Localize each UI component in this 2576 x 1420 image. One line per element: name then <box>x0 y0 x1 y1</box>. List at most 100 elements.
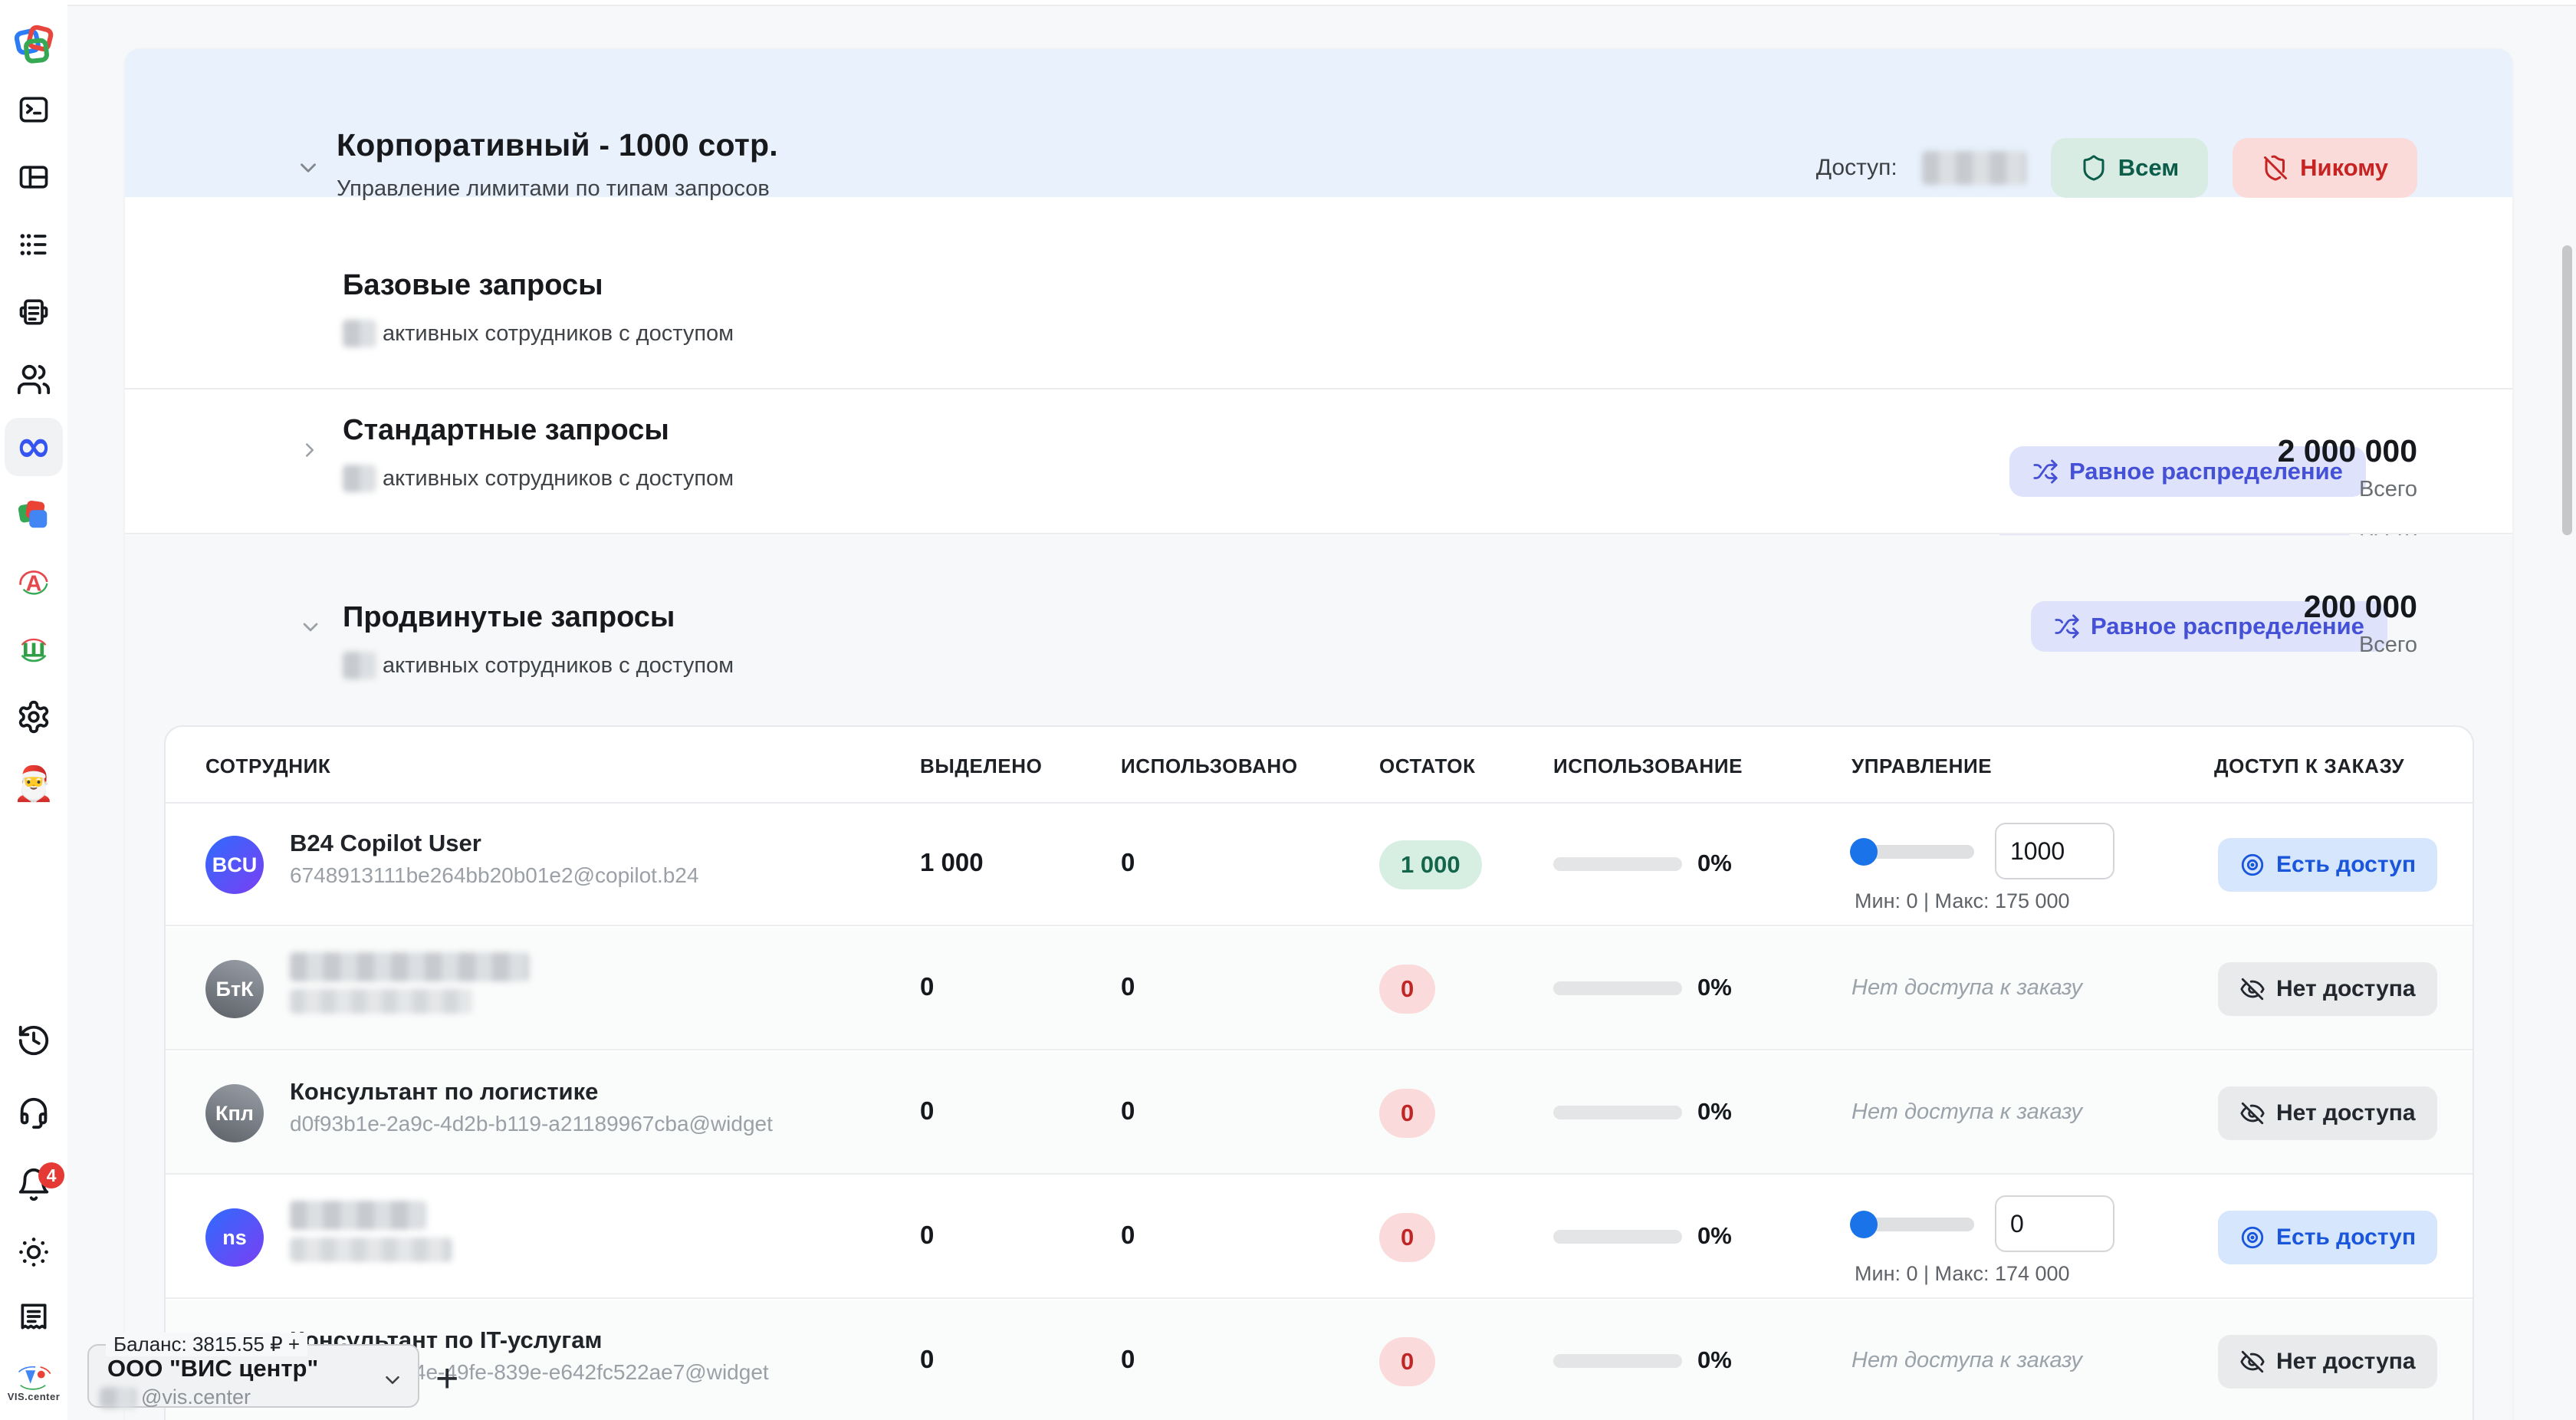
w-service-icon: Ш <box>16 632 51 667</box>
sidebar-item-news[interactable] <box>0 294 67 330</box>
sidebar-item-a-service[interactable]: A <box>0 563 67 601</box>
table-row: ns 0 0 0 0% Мин: 0 | Макс: 174 000 <box>166 1176 2472 1299</box>
shield-icon <box>2080 154 2108 182</box>
table-row: BCU B24 Copilot User 6748913111be264bb20… <box>166 804 2472 926</box>
eye-target-icon <box>2239 852 2266 878</box>
allocated-value: 1 000 <box>920 848 984 877</box>
limit-input[interactable] <box>1995 823 2114 879</box>
account-email-redacted <box>100 1387 136 1408</box>
used-value: 0 <box>1121 972 1135 1001</box>
gear-icon <box>16 699 51 735</box>
grant-all-button[interactable]: Всем <box>2051 138 2208 198</box>
usage-progressbar <box>1553 1106 1682 1119</box>
scrollbar-thumb[interactable] <box>2562 245 2572 535</box>
col-control: УПРАВЛЕНИЕ <box>1852 754 1992 778</box>
remaining-badge: 0 <box>1379 1337 1435 1386</box>
access-label: Доступ: <box>1816 155 1898 181</box>
sidebar-item-limits-active[interactable]: ∞ <box>0 423 67 471</box>
access-label: Нет доступа <box>2276 1349 2416 1375</box>
add-account-button[interactable]: + <box>435 1359 458 1399</box>
allocated-value: 0 <box>920 972 934 1001</box>
notification-badge: 4 <box>38 1162 64 1188</box>
access-label: Нет доступа <box>2276 1100 2416 1126</box>
slider-thumb[interactable] <box>1850 838 1878 866</box>
app-logo-icon <box>12 23 55 66</box>
infinity-icon: ∞ <box>16 426 52 468</box>
shuffle-icon <box>2032 459 2058 485</box>
used-value: 0 <box>1121 848 1135 877</box>
vis-center-logo[interactable]: VIS.center <box>0 1359 67 1408</box>
section-subtitle: активных сотрудников с доступом <box>383 321 734 347</box>
access-toggle-button[interactable]: Нет доступа <box>2218 1086 2437 1140</box>
top-divider <box>0 0 2576 6</box>
table-header: СОТРУДНИК ВЫДЕЛЕНО ИСПОЛЬЗОВАНО ОСТАТОК … <box>166 727 2472 804</box>
terminal-icon <box>17 93 51 127</box>
account-email-domain: @vis.center <box>141 1385 251 1409</box>
access-toggle-button[interactable]: Есть доступ <box>2218 1211 2437 1264</box>
sidebar-item-history[interactable] <box>0 1021 67 1060</box>
count-redacted <box>343 652 376 679</box>
revoke-all-button[interactable]: Никому <box>2233 138 2417 198</box>
section-total-label: Всего <box>2304 633 2417 658</box>
section-basic-requests[interactable]: Базовые запросы активных сотрудников с д… <box>125 246 2512 390</box>
section-standard-requests[interactable]: Стандартные запросы активных сотрудников… <box>125 391 2512 534</box>
access-toggle-button[interactable]: Нет доступа <box>2218 962 2437 1016</box>
email-redacted <box>290 989 472 1014</box>
sidebar-item-holiday[interactable]: 🎅 <box>0 765 67 804</box>
chevron-down-icon[interactable] <box>381 1369 404 1395</box>
vis-logo-icon <box>14 1365 54 1391</box>
name-redacted <box>290 952 529 981</box>
page-title: Корпоративный - 1000 сотр. <box>337 127 778 163</box>
table-row: КпI Консультант по IT-услугам cd01b8bc-d… <box>166 1300 2472 1420</box>
users-icon <box>16 362 51 397</box>
col-remaining: ОСТАТОК <box>1379 754 1476 778</box>
limits-card: Корпоративный - 1000 сотр. Управление ли… <box>125 49 2512 1420</box>
app-logo[interactable] <box>0 21 67 67</box>
sidebar-item-list[interactable] <box>0 227 67 262</box>
usage-progressbar <box>1553 857 1682 871</box>
avatar: БтК <box>205 960 264 1018</box>
avatar: BCU <box>205 836 264 894</box>
revoke-all-label: Никому <box>2300 154 2388 182</box>
count-redacted <box>343 320 376 347</box>
sidebar-item-theme[interactable] <box>0 1234 67 1270</box>
usage-percent: 0% <box>1697 1222 1732 1250</box>
no-order-access-note: Нет доступа к заказу <box>1852 1348 2082 1373</box>
chevron-down-icon[interactable] <box>298 615 323 643</box>
receipt-icon <box>17 1300 51 1333</box>
used-value: 0 <box>1121 1221 1135 1250</box>
min-max-label: Мин: 0 | Макс: 175 000 <box>1855 889 2161 913</box>
access-label: Есть доступ <box>2276 1224 2416 1251</box>
min-max-label: Мин: 0 | Макс: 174 000 <box>1855 1262 2161 1286</box>
table-row: Кпл Консультант по логистике d0f93b1e-2a… <box>166 1052 2472 1175</box>
access-toggle-button[interactable]: Есть доступ <box>2218 838 2437 892</box>
employee-name: B24 Copilot User <box>290 830 481 857</box>
avatar: ns <box>205 1208 264 1267</box>
section-title: Продвинутые запросы <box>343 601 675 634</box>
sidebar-item-tables[interactable] <box>0 159 67 195</box>
remaining-badge: 0 <box>1379 1213 1435 1262</box>
sidebar-item-terminal[interactable] <box>0 92 67 127</box>
shield-off-icon <box>2262 154 2289 182</box>
headset-icon <box>16 1095 51 1130</box>
chevron-down-icon[interactable] <box>295 155 321 185</box>
sidebar-item-w-service[interactable]: Ш <box>0 630 67 669</box>
sidebar-item-settings[interactable] <box>0 698 67 736</box>
usage-percent: 0% <box>1697 974 1732 1001</box>
section-subtitle: активных сотрудников с доступом <box>383 466 734 491</box>
account-switcher[interactable]: Баланс: 3815.55 ₽ + ООО "ВИС центр" @vis… <box>87 1344 419 1408</box>
access-toggle-button[interactable]: Нет доступа <box>2218 1335 2437 1389</box>
sidebar-item-support[interactable] <box>0 1093 67 1132</box>
remaining-badge: 1 000 <box>1379 840 1482 889</box>
sidebar-item-users[interactable] <box>0 362 67 397</box>
remaining-badge: 0 <box>1379 1089 1435 1138</box>
limit-slider[interactable] <box>1855 845 1974 859</box>
chevron-right-icon[interactable] <box>298 439 321 465</box>
limit-slider[interactable] <box>1855 1218 1974 1231</box>
slider-thumb[interactable] <box>1850 1211 1878 1238</box>
plan-header: Корпоративный - 1000 сотр. Управление ли… <box>125 49 2512 197</box>
limit-input[interactable] <box>1995 1195 2114 1252</box>
sidebar-item-billing[interactable] <box>0 1299 67 1334</box>
remaining-badge: 0 <box>1379 965 1435 1014</box>
sidebar-item-dialogs[interactable] <box>0 495 67 534</box>
